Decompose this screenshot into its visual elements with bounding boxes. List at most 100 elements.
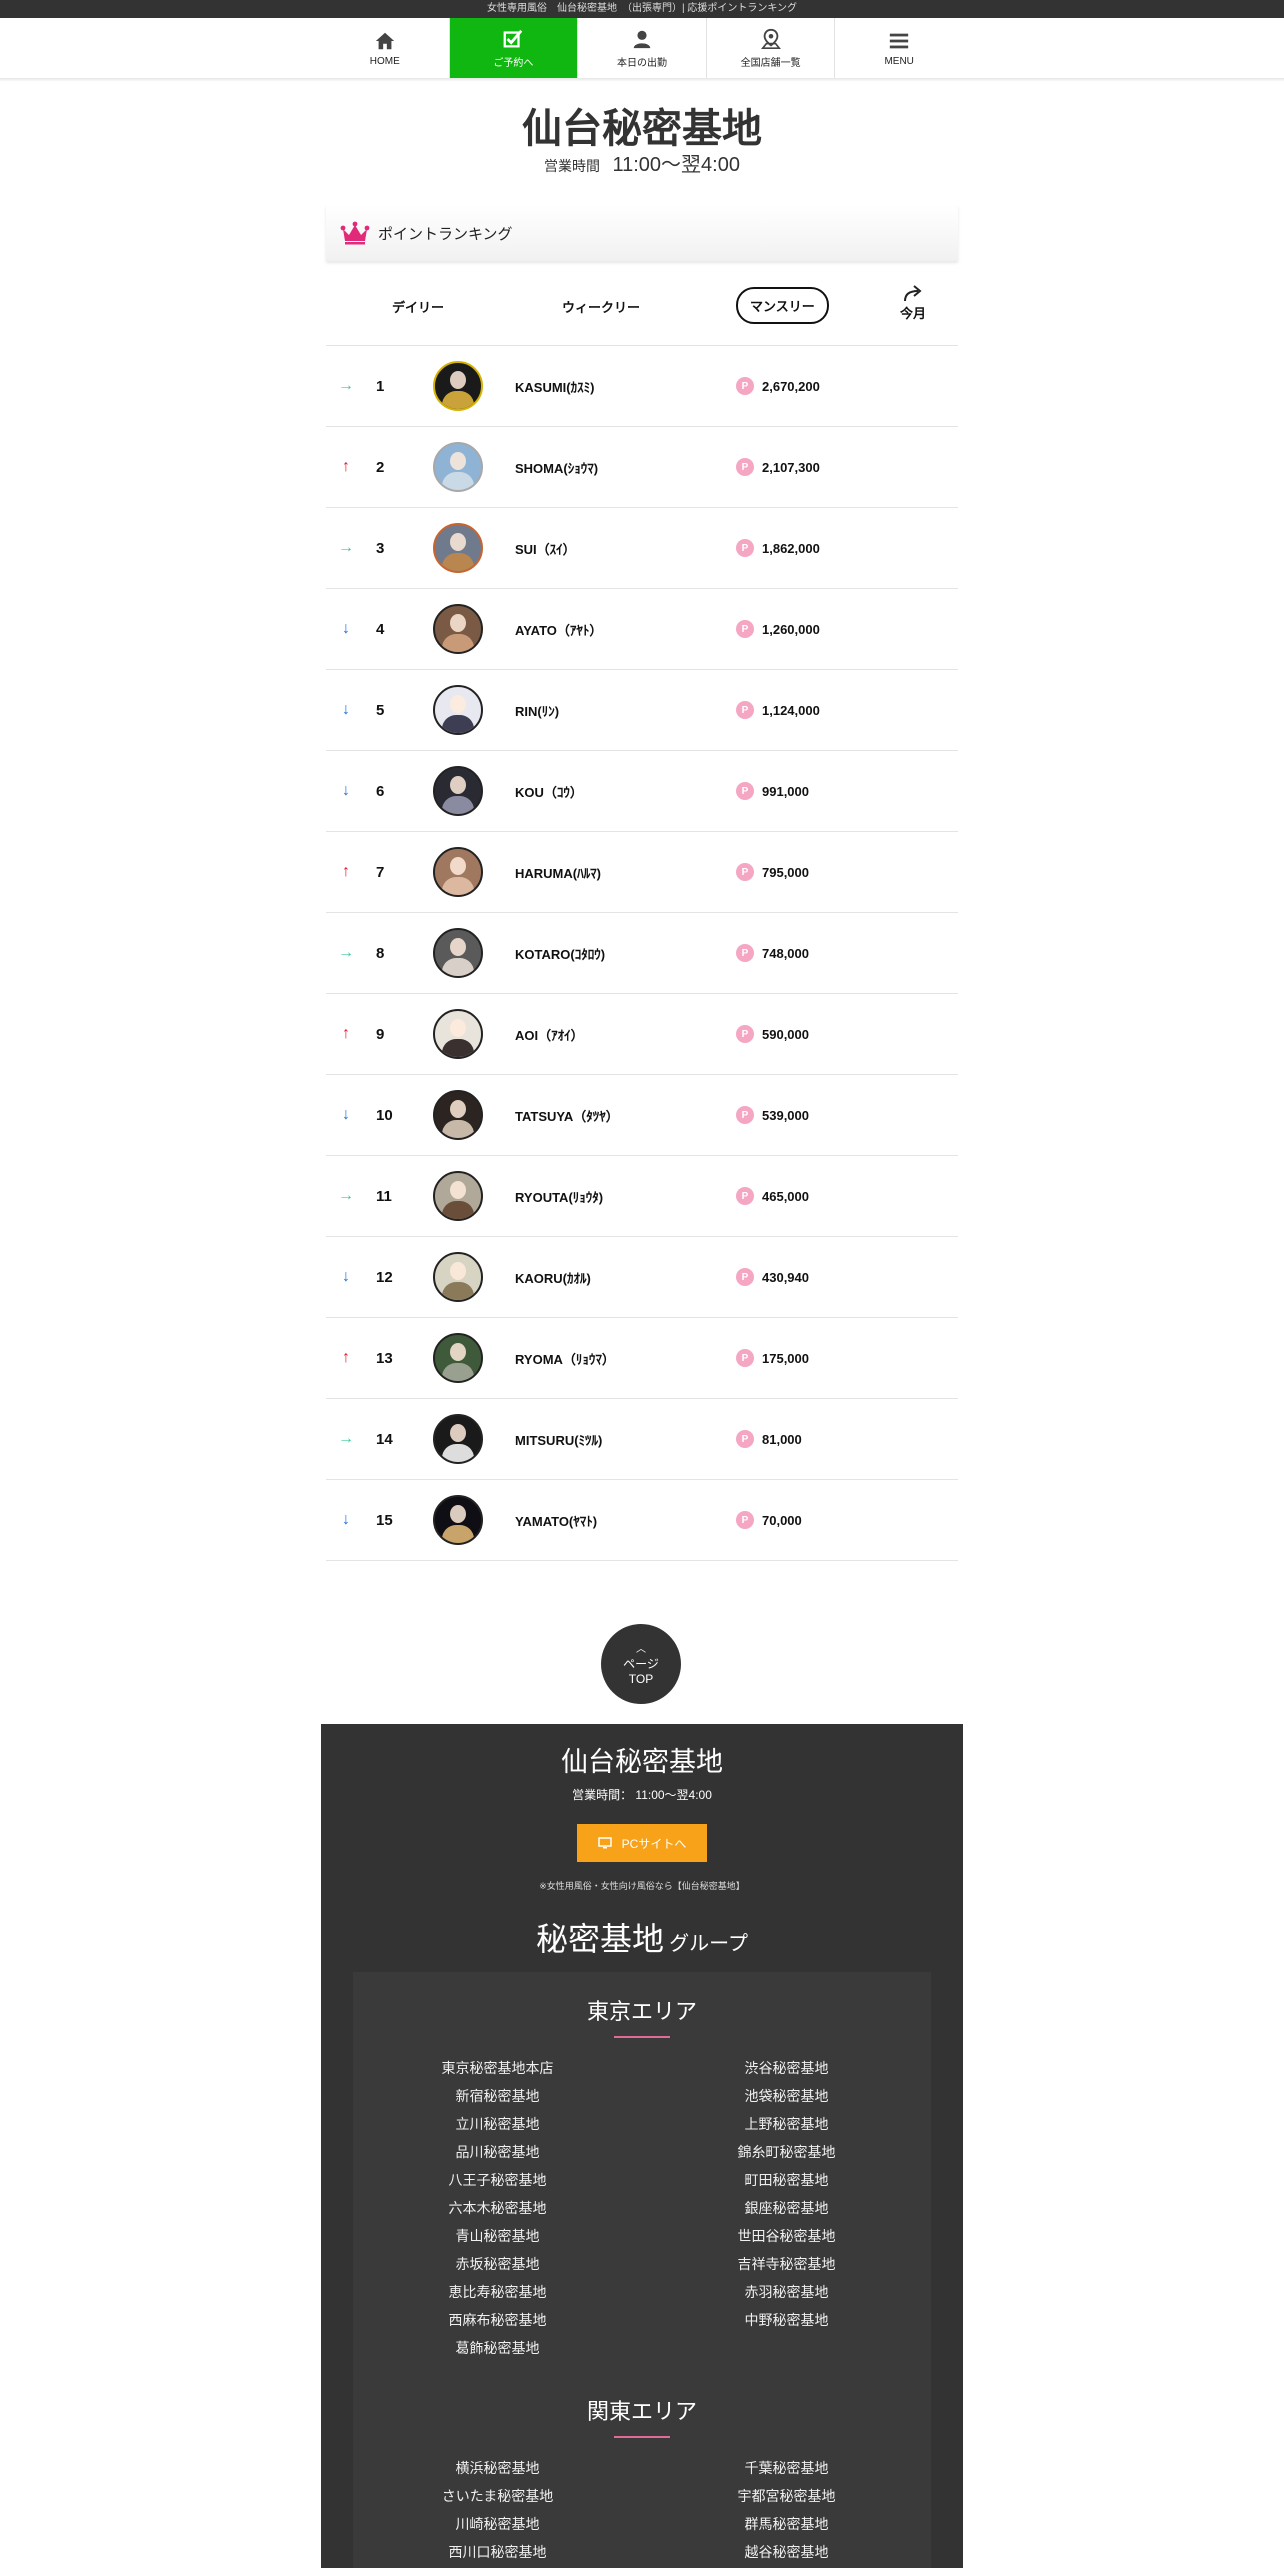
ranking-row[interactable]: ↑ 7 HARUMA(ﾊﾙﾏ) P 795,000 [326,832,958,913]
ranking-row[interactable]: ↓ 15 YAMATO(ﾔﾏﾄ) P 70,000 [326,1480,958,1561]
shop-link[interactable]: 群馬秘密基地 [642,2514,931,2534]
shop-link[interactable]: 渋谷秘密基地 [642,2058,931,2078]
shop-link[interactable]: 中野秘密基地 [642,2310,931,2330]
shop-link[interactable]: 宇都宮秘密基地 [642,2486,931,2506]
shop-link[interactable]: 赤坂秘密基地 [353,2254,642,2274]
cast-name[interactable]: AYATO（ｱﾔﾄ） [515,620,602,639]
ranking-row[interactable]: → 11 RYOUTA(ﾘｮｳﾀ) P 465,000 [326,1156,958,1237]
avatar[interactable] [433,1090,483,1140]
shop-link[interactable]: 世田谷秘密基地 [642,2226,931,2246]
ranking-row[interactable]: ↑ 2 SHOMA(ｼｮｳﾏ) P 2,107,300 [326,427,958,508]
shop-link[interactable]: 川崎秘密基地 [353,2514,642,2534]
avatar[interactable] [433,1009,483,1059]
nav-reserve[interactable]: ご予約へ [449,18,579,78]
pc-site-button[interactable]: PCサイトへ [577,1824,707,1862]
avatar[interactable] [433,604,483,654]
shop-link[interactable]: 六本木秘密基地 [353,2198,642,2218]
tab-weekly[interactable]: ウィークリー [562,297,640,316]
avatar[interactable] [433,685,483,735]
point-icon: P [736,863,754,881]
ranking-row[interactable]: ↓ 6 KOU（ｺｳ） P 991,000 [326,751,958,832]
shop-link[interactable]: 西川口秘密基地 [353,2542,642,2562]
ranking-row[interactable]: ↓ 4 AYATO（ｱﾔﾄ） P 1,260,000 [326,589,958,670]
nav-stores[interactable]: 全国店舗一覧 [707,18,836,78]
shop-link[interactable]: 越谷秘密基地 [642,2542,931,2562]
shop-link[interactable]: 立川秘密基地 [353,2114,642,2134]
shop-link[interactable]: 品川秘密基地 [353,2142,642,2162]
page-top-button[interactable]: ︿ ページ TOP [601,1624,681,1704]
avatar[interactable] [433,1171,483,1221]
points: P 590,000 [736,1025,809,1043]
ranking-row[interactable]: ↓ 10 TATSUYA（ﾀﾂﾔ） P 539,000 [326,1075,958,1156]
ranking-row[interactable]: ↓ 12 KAORU(ｶｵﾙ) P 430,940 [326,1237,958,1318]
shop-link[interactable]: 新宿秘密基地 [353,2086,642,2106]
tab-this-month[interactable]: 今月 [900,285,926,322]
avatar[interactable] [433,766,483,816]
rank-number: 14 [376,1430,393,1448]
cast-name[interactable]: KASUMI(ｶｽﾐ) [515,377,594,396]
avatar[interactable] [433,442,483,492]
shop-link[interactable]: 八王子秘密基地 [353,2170,642,2190]
cast-name[interactable]: YAMATO(ﾔﾏﾄ) [515,1511,597,1530]
footer-title: 仙台秘密基地 [561,1747,723,1778]
ranking-row[interactable]: → 1 KASUMI(ｶｽﾐ) P 2,670,200 [326,346,958,427]
trend-down-icon: ↓ [342,620,350,637]
shop-link[interactable]: 上野秘密基地 [642,2114,931,2134]
rank-number: 9 [376,1025,385,1043]
nav-home[interactable]: HOME [321,18,450,78]
cast-name[interactable]: RYOMA（ﾘｮｳﾏ） [515,1349,615,1368]
avatar[interactable] [433,1333,483,1383]
cast-name[interactable]: HARUMA(ﾊﾙﾏ) [515,863,601,882]
avatar[interactable] [433,361,483,411]
ranking-row[interactable]: ↓ 5 RIN(ﾘﾝ) P 1,124,000 [326,670,958,751]
point-icon: P [736,1430,754,1448]
ranking-row[interactable]: ↑ 9 AOI（ｱｵｲ） P 590,000 [326,994,958,1075]
shop-link[interactable]: 赤羽秘密基地 [642,2282,931,2302]
points: P 81,000 [736,1430,802,1448]
tab-monthly[interactable]: マンスリー [736,287,829,324]
cast-name[interactable]: SHOMA(ｼｮｳﾏ) [515,458,598,477]
cast-name[interactable]: KOTARO(ｺﾀﾛｳ) [515,944,605,963]
ranking-row[interactable]: → 8 KOTARO(ｺﾀﾛｳ) P 748,000 [326,913,958,994]
shop-link[interactable]: 池袋秘密基地 [642,2086,931,2106]
avatar[interactable] [433,847,483,897]
cast-name[interactable]: TATSUYA（ﾀﾂﾔ） [515,1106,619,1125]
avatar-face [450,695,466,713]
shop-link[interactable]: 西麻布秘密基地 [353,2310,642,2330]
nav-today[interactable]: 本日の出勤 [578,18,707,78]
shop-link[interactable]: 町田秘密基地 [642,2170,931,2190]
shop-link[interactable]: 横浜秘密基地 [353,2458,642,2478]
rank-number: 8 [376,944,385,962]
avatar[interactable] [433,1495,483,1545]
ranking-row[interactable]: → 3 SUI（ｽｲ） P 1,862,000 [326,508,958,589]
shop-link[interactable]: 錦糸町秘密基地 [642,2142,931,2162]
cast-name[interactable]: MITSURU(ﾐﾂﾙ) [515,1430,602,1449]
shop-link[interactable]: 銀座秘密基地 [642,2198,931,2218]
points: P 539,000 [736,1106,809,1124]
tab-daily[interactable]: デイリー [392,297,444,316]
avatar[interactable] [433,523,483,573]
ranking-row[interactable]: ↑ 13 RYOMA（ﾘｮｳﾏ） P 175,000 [326,1318,958,1399]
shop-link[interactable]: 吉祥寺秘密基地 [642,2254,931,2274]
shop-link[interactable]: 青山秘密基地 [353,2226,642,2246]
shop-link[interactable]: さいたま秘密基地 [353,2486,642,2506]
avatar-face [450,1019,466,1037]
nav-menu[interactable]: MENU [835,18,963,78]
shop-link[interactable]: 恵比寿秘密基地 [353,2282,642,2302]
ranking-row[interactable]: → 14 MITSURU(ﾐﾂﾙ) P 81,000 [326,1399,958,1480]
shop-link[interactable]: 千葉秘密基地 [642,2458,931,2478]
cast-name[interactable]: RIN(ﾘﾝ) [515,701,559,720]
avatar[interactable] [433,1252,483,1302]
trend-up-icon: ↑ [342,1349,350,1366]
cast-name[interactable]: AOI（ｱｵｲ） [515,1025,584,1044]
shop-link[interactable]: 東京秘密基地本店 [353,2058,642,2078]
cast-name[interactable]: RYOUTA(ﾘｮｳﾀ) [515,1187,603,1206]
cast-name[interactable]: KAORU(ｶｵﾙ) [515,1268,591,1287]
rank-number: 10 [376,1106,393,1124]
cast-name[interactable]: SUI（ｽｲ） [515,539,576,558]
cast-name[interactable]: KOU（ｺｳ） [515,782,583,801]
shop-link[interactable]: 葛飾秘密基地 [353,2338,642,2358]
avatar[interactable] [433,928,483,978]
area-title-underline [614,2036,670,2038]
avatar[interactable] [433,1414,483,1464]
